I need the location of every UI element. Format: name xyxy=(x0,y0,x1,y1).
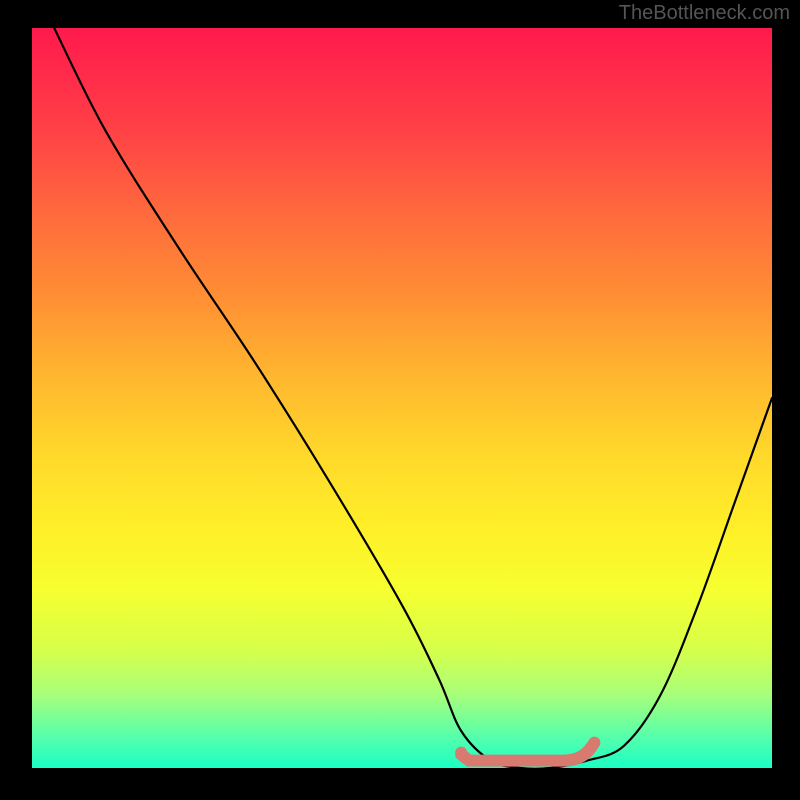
chart-plot-area xyxy=(32,28,772,768)
highlight-band xyxy=(32,28,772,768)
watermark-text: TheBottleneck.com xyxy=(619,2,790,25)
